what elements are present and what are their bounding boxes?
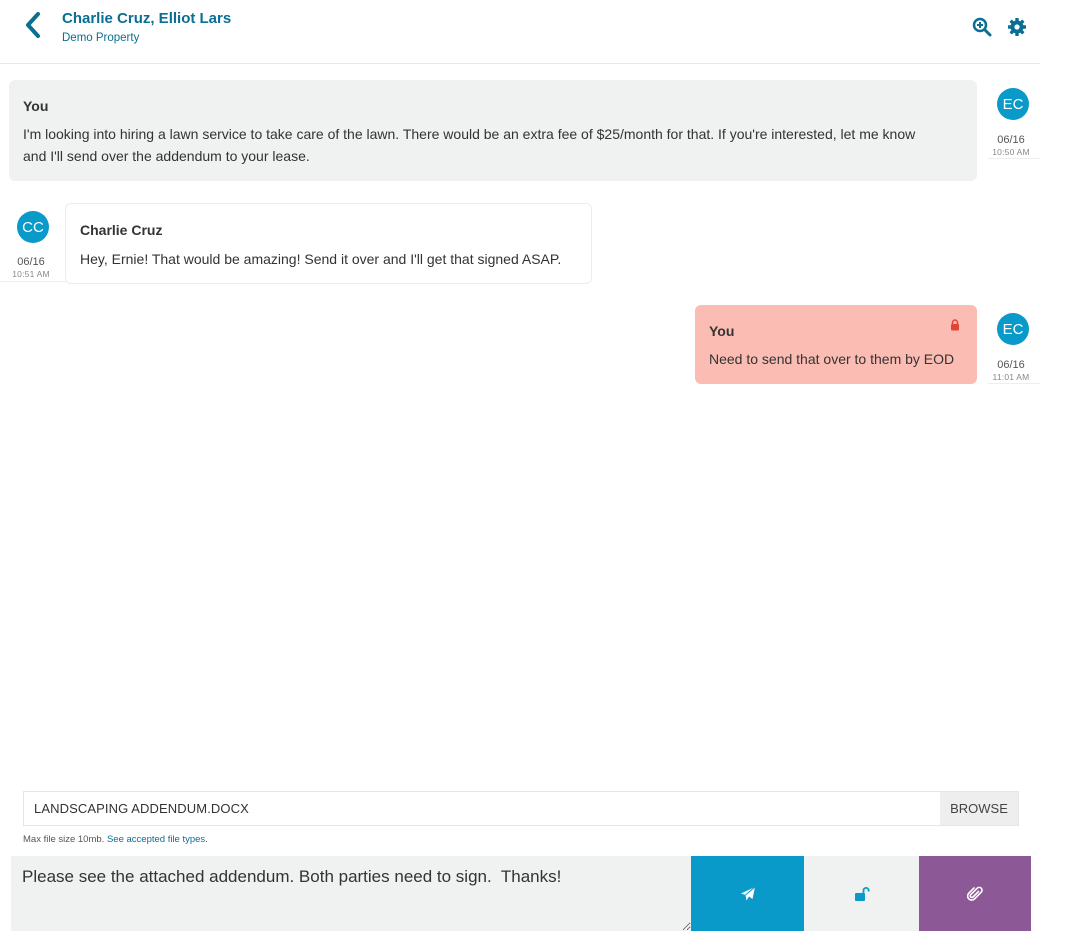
avatar: EC — [997, 313, 1029, 345]
message-date: 06/16 — [997, 134, 1025, 146]
back-button[interactable] — [20, 10, 46, 40]
message-time: 11:01 AM — [992, 372, 1030, 382]
settings-button[interactable] — [1006, 16, 1028, 38]
message-input[interactable] — [11, 856, 691, 931]
attached-file-name: LANDSCAPING ADDENDUM.DOCX — [34, 801, 249, 816]
conversation-title[interactable]: Charlie Cruz, Elliot Lars — [62, 10, 231, 27]
file-size-note: Max file size 10mb. See accepted file ty… — [23, 834, 208, 845]
message-bubble: Charlie Cruz Hey, Ernie! That would be a… — [65, 203, 592, 284]
chevron-left-icon — [26, 12, 40, 38]
private-message-bubble: You Need to send that over to them by EO… — [695, 305, 977, 384]
divider — [988, 383, 1040, 384]
search-button[interactable] — [971, 16, 993, 38]
zoom-in-icon — [972, 17, 992, 37]
lock-icon — [951, 319, 959, 331]
message-text: Hey, Ernie! That would be amazing! Send … — [80, 251, 562, 267]
file-input[interactable]: LANDSCAPING ADDENDUM.DOCX BROWSE — [23, 791, 1019, 826]
message-time: 10:51 AM — [12, 269, 50, 279]
message-sender: Charlie Cruz — [80, 222, 163, 238]
divider — [0, 281, 66, 282]
property-name: Demo Property — [62, 32, 140, 44]
message-text-line: and I'll send over the addendum to your … — [23, 148, 310, 164]
avatar: EC — [997, 88, 1029, 120]
avatar: CC — [17, 211, 49, 243]
unlock-icon — [854, 886, 870, 901]
send-button[interactable] — [691, 856, 804, 931]
private-toggle-button[interactable] — [804, 856, 919, 931]
attach-button[interactable] — [919, 856, 1031, 931]
gear-icon — [1008, 18, 1026, 36]
file-size-text: Max file size 10mb. — [23, 834, 105, 845]
divider — [988, 158, 1040, 159]
paper-plane-icon — [740, 886, 755, 900]
message-date: 06/16 — [17, 256, 45, 268]
conversation-view: Charlie Cruz, Elliot Lars Demo Property — [0, 0, 1040, 947]
message-composer — [11, 856, 691, 931]
message-time: 10:50 AM — [992, 147, 1030, 157]
message-sender: You — [709, 323, 735, 339]
message-date: 06/16 — [997, 359, 1025, 371]
message-sender: You — [23, 98, 49, 114]
accepted-file-types-link[interactable]: See accepted file types. — [107, 834, 208, 845]
conversation-header: Charlie Cruz, Elliot Lars Demo Property — [0, 0, 1040, 64]
message-text-line: I'm looking into hiring a lawn service t… — [23, 126, 916, 142]
message-text: Need to send that over to them by EOD — [709, 351, 955, 367]
message-bubble: You I'm looking into hiring a lawn servi… — [9, 80, 977, 181]
paperclip-icon — [967, 886, 983, 901]
browse-button[interactable]: BROWSE — [940, 792, 1018, 825]
